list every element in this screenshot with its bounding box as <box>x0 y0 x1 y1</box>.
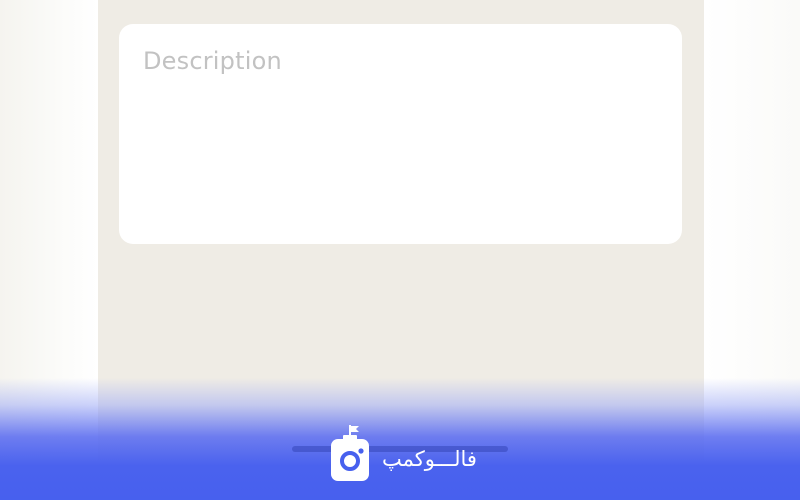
description-textarea[interactable]: Description <box>119 24 682 244</box>
description-placeholder: Description <box>143 47 282 75</box>
brand-watermark: فالـــوکمپ <box>328 424 498 484</box>
camera-logo-icon <box>331 425 369 481</box>
screenshot-canvas: Description فالـــوکمپ <box>0 0 800 500</box>
brand-name-text: فالـــوکمپ <box>382 447 477 471</box>
